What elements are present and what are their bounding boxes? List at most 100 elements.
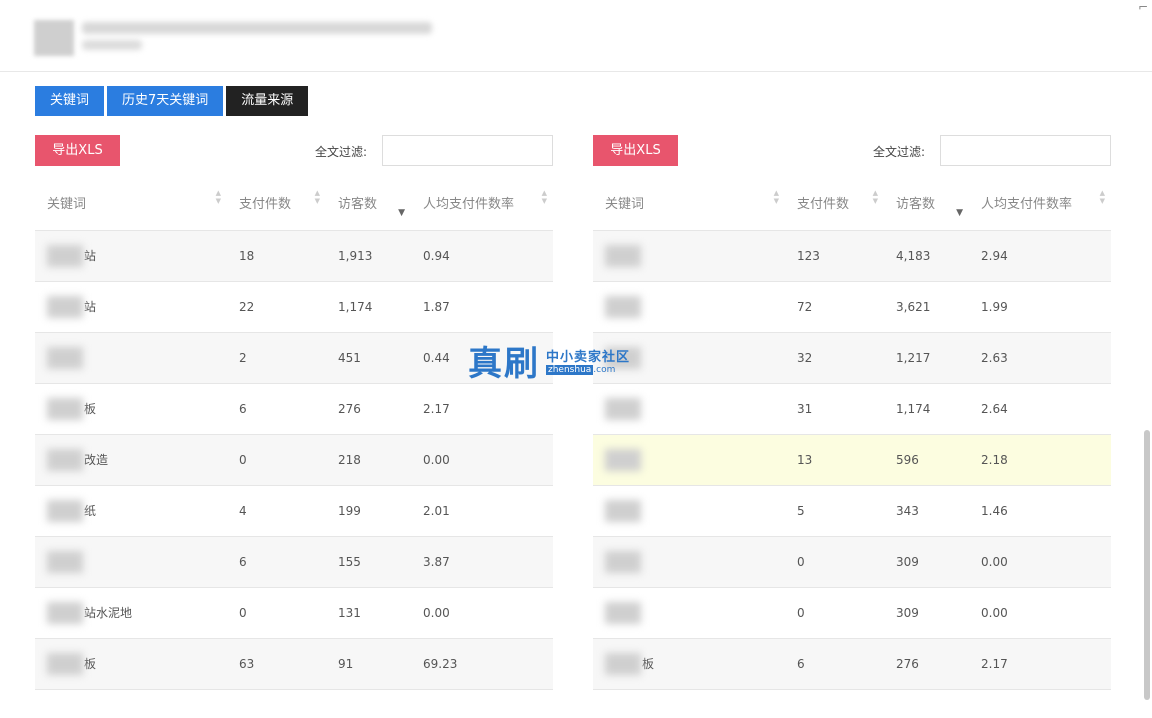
cell-visitors-text: 1,217 bbox=[896, 350, 931, 365]
column-visitors[interactable]: 访客数 ▼ bbox=[326, 179, 411, 231]
blurred-keyword bbox=[605, 245, 641, 267]
cell-rate: 0.94 bbox=[411, 231, 553, 282]
cell-rate: 2.01 bbox=[411, 486, 553, 537]
table-row[interactable]: 站 18 1,913 0.94 bbox=[35, 231, 553, 282]
blurred-keyword bbox=[47, 398, 83, 420]
blurred-keyword bbox=[605, 551, 641, 573]
cell-pay-count: 2 bbox=[227, 333, 326, 384]
cell-keyword: 纸 bbox=[35, 486, 227, 537]
cell-visitors: 309 bbox=[884, 588, 969, 639]
cell-keyword: 板 bbox=[35, 639, 227, 690]
cell-rate: 2.63 bbox=[969, 333, 1111, 384]
table-row[interactable]: 纸 4 199 2.01 bbox=[35, 486, 553, 537]
cell-keyword bbox=[35, 537, 227, 588]
column-visitors[interactable]: 访客数 ▼ bbox=[884, 179, 969, 231]
table-row[interactable]: 板 6 276 2.17 bbox=[593, 639, 1111, 690]
table-row[interactable]: 32 1,217 2.63 bbox=[593, 333, 1111, 384]
filter-label: 全文过滤: bbox=[873, 145, 926, 159]
cell-rate-text: 2.17 bbox=[981, 656, 1008, 671]
cell-pay-count-text: 0 bbox=[797, 605, 805, 620]
cell-pay-count-text: 6 bbox=[239, 554, 247, 569]
tab-traffic-source[interactable]: 流量来源 bbox=[226, 86, 309, 116]
table-row[interactable]: 板 63 91 69.23 bbox=[35, 639, 553, 690]
cell-visitors-text: 451 bbox=[338, 350, 361, 365]
cell-rate-text: 2.63 bbox=[981, 350, 1008, 365]
cell-keyword: 站水泥地 bbox=[35, 588, 227, 639]
blurred-keyword bbox=[605, 653, 641, 675]
right-table-body: 123 4,183 2.94 72 3,621 1.99 32 1,217 2.63 31 1,17… bbox=[593, 231, 1111, 690]
cell-visitors-text: 4,183 bbox=[896, 248, 931, 263]
sort-icon: ▲ ▼ bbox=[541, 188, 547, 205]
blurred-keyword bbox=[605, 602, 641, 624]
table-row[interactable]: 6 155 3.87 bbox=[35, 537, 553, 588]
cell-visitors-text: 596 bbox=[896, 452, 919, 467]
column-label: 支付件数 bbox=[239, 196, 292, 212]
cell-pay-count-text: 5 bbox=[797, 503, 805, 518]
table-row[interactable]: 站水泥地 0 131 0.00 bbox=[35, 588, 553, 639]
cell-pay-count: 0 bbox=[785, 537, 884, 588]
cell-pay-count: 0 bbox=[785, 588, 884, 639]
cell-rate-text: 1.99 bbox=[981, 299, 1008, 314]
cell-rate: 69.23 bbox=[411, 639, 553, 690]
table-row[interactable]: 0 309 0.00 bbox=[593, 588, 1111, 639]
cell-keyword: 站 bbox=[35, 282, 227, 333]
cell-rate: 2.17 bbox=[969, 639, 1111, 690]
table-row[interactable]: 0 309 0.00 bbox=[593, 537, 1111, 588]
table-row[interactable]: 改造 0 218 0.00 bbox=[35, 435, 553, 486]
cell-keyword bbox=[593, 537, 785, 588]
column-pay-count[interactable]: 支付件数 ▲ ▼ bbox=[227, 179, 326, 231]
cell-rate: 2.64 bbox=[969, 384, 1111, 435]
sort-icon: ▲ ▼ bbox=[314, 188, 320, 205]
cell-pay-count-text: 6 bbox=[797, 656, 805, 671]
cell-pay-count-text: 18 bbox=[239, 248, 255, 263]
cell-keyword-text: 站 bbox=[84, 299, 97, 314]
watermark-side: 中小卖家社区 zhenshua .com bbox=[546, 346, 630, 375]
blurred-keyword bbox=[47, 245, 83, 267]
cell-pay-count-text: 4 bbox=[239, 503, 247, 518]
table-header: 关键词 ▲ ▼ 支付件数 ▲ ▼ 访客数 ▼ 人均支付件数率 ▲ ▼ bbox=[35, 179, 553, 231]
watermark-main: 真刷 bbox=[468, 344, 540, 384]
column-keyword[interactable]: 关键词 ▲ ▼ bbox=[35, 179, 227, 231]
table-row[interactable]: 5 343 1.46 bbox=[593, 486, 1111, 537]
tab-history-7day-keywords[interactable]: 历史7天关键词 bbox=[107, 86, 224, 116]
cell-rate-text: 2.18 bbox=[981, 452, 1008, 467]
blurred-keyword bbox=[47, 347, 83, 369]
filter-input[interactable] bbox=[382, 135, 553, 166]
sort-icon: ▲ ▼ bbox=[872, 188, 878, 205]
close-icon[interactable]: ⌐ bbox=[1138, 0, 1148, 14]
cell-visitors: 1,174 bbox=[884, 384, 969, 435]
cell-rate: 0.00 bbox=[969, 588, 1111, 639]
cell-rate: 2.18 bbox=[969, 435, 1111, 486]
watermark-en-box: zhenshua bbox=[546, 365, 594, 375]
keyword-table: 关键词 ▲ ▼ 支付件数 ▲ ▼ 访客数 ▼ 人均支付件数率 ▲ ▼ 123 4,183 2.94… bbox=[593, 179, 1111, 690]
table-row[interactable]: 站 22 1,174 1.87 bbox=[35, 282, 553, 333]
cell-rate-text: 2.01 bbox=[423, 503, 450, 518]
cell-keyword bbox=[593, 486, 785, 537]
scrollbar[interactable] bbox=[1144, 430, 1150, 700]
table-row[interactable]: 72 3,621 1.99 bbox=[593, 282, 1111, 333]
cell-visitors: 1,174 bbox=[326, 282, 411, 333]
column-label: 支付件数 bbox=[797, 196, 850, 212]
header: ⌐ bbox=[0, 0, 1152, 72]
column-rate[interactable]: 人均支付件数率 ▲ ▼ bbox=[411, 179, 553, 231]
table-row[interactable]: 31 1,174 2.64 bbox=[593, 384, 1111, 435]
table-row[interactable]: 123 4,183 2.94 bbox=[593, 231, 1111, 282]
column-keyword[interactable]: 关键词 ▲ ▼ bbox=[593, 179, 785, 231]
column-label: 人均支付件数率 bbox=[981, 196, 1073, 212]
blurred-keyword bbox=[605, 398, 641, 420]
sort-icon: ▲ ▼ bbox=[1099, 188, 1105, 205]
cell-pay-count: 4 bbox=[227, 486, 326, 537]
column-pay-count[interactable]: 支付件数 ▲ ▼ bbox=[785, 179, 884, 231]
export-xls-button[interactable]: 导出XLS bbox=[593, 135, 678, 166]
table-row[interactable]: 13 596 2.18 bbox=[593, 435, 1111, 486]
export-xls-button[interactable]: 导出XLS bbox=[35, 135, 120, 166]
cell-pay-count: 6 bbox=[227, 537, 326, 588]
tab-keywords[interactable]: 关键词 bbox=[35, 86, 105, 116]
filter-input[interactable] bbox=[940, 135, 1111, 166]
blurred-keyword bbox=[47, 296, 83, 318]
cell-pay-count-text: 13 bbox=[797, 452, 813, 467]
cell-visitors: 91 bbox=[326, 639, 411, 690]
column-rate[interactable]: 人均支付件数率 ▲ ▼ bbox=[969, 179, 1111, 231]
cell-pay-count-text: 0 bbox=[239, 605, 247, 620]
table-row[interactable]: 板 6 276 2.17 bbox=[35, 384, 553, 435]
